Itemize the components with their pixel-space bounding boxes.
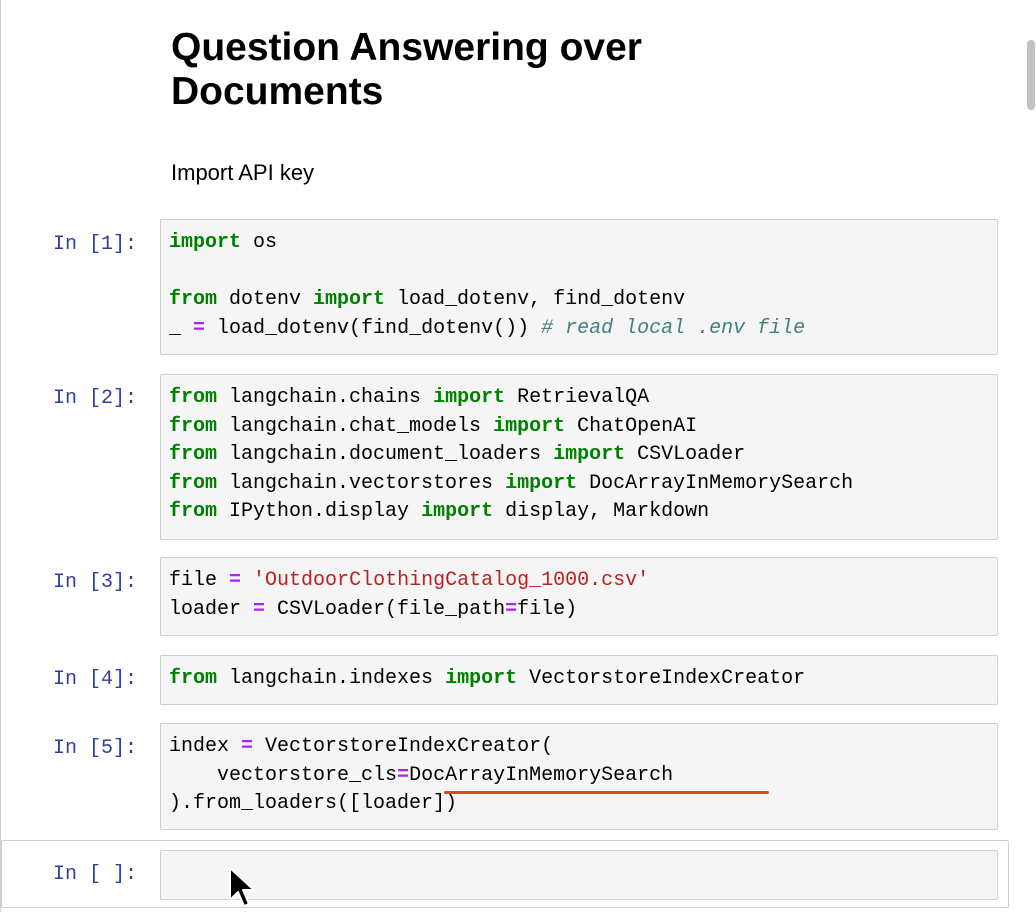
code-cell[interactable]: from langchain.indexes import Vectorstor…	[160, 655, 998, 705]
code-token: =	[193, 316, 206, 340]
code-token: import	[553, 443, 626, 466]
cell-prompt: In [2]:	[53, 387, 138, 410]
code-token: langchain.chains	[217, 386, 434, 409]
code-token: import	[445, 667, 518, 690]
code-token: import	[433, 386, 506, 409]
cell-prompt: In [1]:	[53, 233, 138, 256]
cell-prompt: In [4]:	[53, 668, 138, 691]
code-token: import	[169, 231, 242, 254]
annotation-underline	[444, 791, 769, 794]
code-token: langchain.document_loaders	[217, 443, 554, 466]
code-token: =	[241, 735, 254, 758]
code-token: _	[169, 316, 194, 340]
code-token: import	[505, 471, 578, 495]
code-token: ChatOpenAI	[565, 414, 698, 438]
code-token: from	[169, 443, 218, 466]
code-token: loader	[169, 597, 254, 621]
code-cell-empty[interactable]	[160, 850, 998, 900]
code-token: =	[229, 569, 242, 592]
code-token: # read local .env file	[541, 316, 806, 340]
code-cell[interactable]: import os from dotenv import load_dotenv…	[160, 219, 998, 355]
code-token: from	[169, 386, 218, 409]
code-editor[interactable]: index = VectorstoreIndexCreator( vectors…	[169, 733, 989, 819]
code-token: index	[169, 735, 242, 758]
notebook-page: Question Answering over Documents Import…	[0, 0, 1036, 912]
code-token: from	[169, 500, 218, 523]
code-cell[interactable]: from langchain.chains import RetrievalQA…	[160, 374, 998, 540]
code-token: 'OutdoorClothingCatalog_1000.csv'	[253, 569, 650, 592]
cell-prompt: In [3]:	[53, 571, 138, 594]
code-token: IPython.display	[217, 500, 422, 523]
code-token: display, Markdown	[493, 500, 710, 523]
code-editor[interactable]: file = 'OutdoorClothingCatalog_1000.csv'…	[169, 567, 989, 624]
code-token: dotenv	[217, 288, 314, 311]
code-token: import	[493, 414, 566, 438]
cell-prompt: In [ ]:	[53, 863, 138, 886]
code-editor[interactable]: from langchain.chains import RetrievalQA…	[169, 384, 989, 527]
cell-prompt: In [5]:	[53, 737, 138, 760]
code-token: import	[313, 288, 386, 311]
code-token: CSVLoader(file_path	[265, 597, 506, 621]
markdown-title: Question Answering over Documents	[171, 26, 642, 113]
code-token: from	[169, 414, 218, 438]
code-token: langchain.chat_models	[217, 414, 494, 438]
code-token: from	[169, 471, 218, 495]
code-token: ).from_loaders([loader])	[169, 792, 458, 815]
code-token: CSVLoader	[625, 443, 746, 466]
code-token: langchain.indexes	[217, 667, 446, 690]
code-cell[interactable]: file = 'OutdoorClothingCatalog_1000.csv'…	[160, 557, 998, 636]
code-token: vectorstore_cls	[169, 763, 398, 787]
code-token: VectorstoreIndexCreator(	[253, 735, 554, 758]
code-token: RetrievalQA	[505, 386, 650, 409]
markdown-text: Import API key	[171, 160, 315, 185]
code-token: DocArrayInMemorySearch	[409, 763, 674, 787]
code-token: VectorstoreIndexCreator	[517, 667, 806, 690]
code-cell[interactable]: index = VectorstoreIndexCreator( vectors…	[160, 723, 998, 830]
code-token: =	[397, 763, 410, 787]
code-token: =	[505, 597, 518, 621]
code-token: file	[169, 569, 230, 592]
code-token: langchain.vectorstores	[217, 471, 506, 495]
code-editor[interactable]: from langchain.indexes import Vectorstor…	[169, 665, 989, 694]
code-token: from	[169, 288, 218, 311]
code-token: load_dotenv, find_dotenv	[385, 288, 686, 311]
code-token: load_dotenv(find_dotenv())	[205, 316, 542, 340]
code-token: import	[421, 500, 494, 523]
code-token: os	[241, 231, 278, 254]
code-token: from	[169, 667, 218, 690]
code-token: DocArrayInMemorySearch	[577, 471, 854, 495]
scrollbar-thumb[interactable]	[1027, 40, 1035, 110]
mouse-pointer-icon	[229, 867, 255, 907]
code-editor[interactable]: import os from dotenv import load_dotenv…	[169, 229, 989, 343]
code-token: =	[253, 597, 266, 621]
code-token: file)	[517, 597, 578, 621]
